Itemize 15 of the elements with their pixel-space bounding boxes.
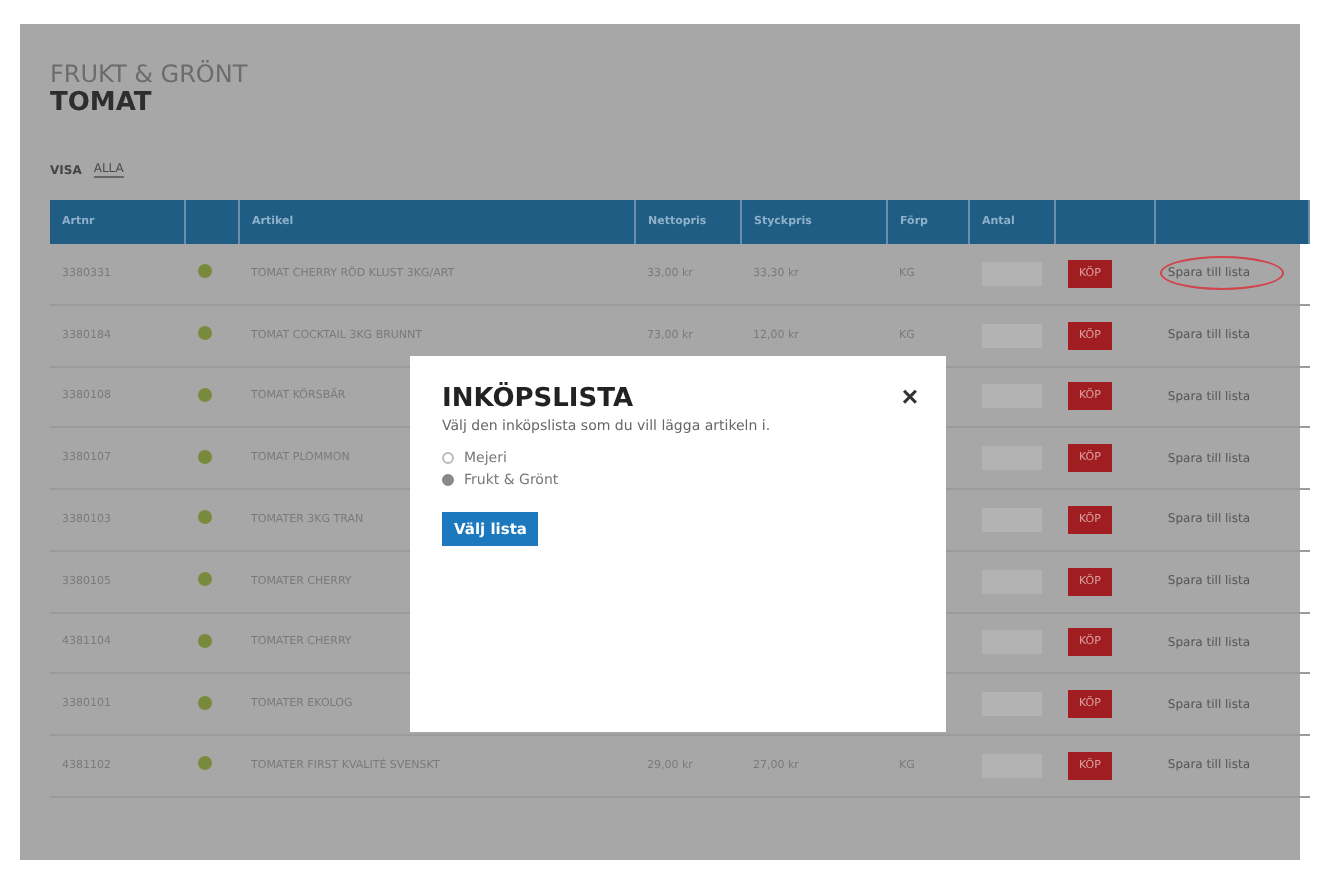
circle-icon <box>197 387 211 402</box>
circle-icon <box>197 510 211 525</box>
category-title: FRUKT & GRÖNT <box>50 60 250 88</box>
modal-title: INKÖPSLISTA <box>442 384 634 414</box>
circle-icon <box>197 633 211 648</box>
radio-button[interactable] <box>442 474 454 486</box>
close-button[interactable]: × <box>901 380 918 412</box>
circle-icon <box>197 449 211 464</box>
circle-icon <box>197 264 211 279</box>
circle-icon <box>197 695 211 710</box>
radio-button[interactable] <box>442 452 454 464</box>
circle-icon <box>197 572 211 587</box>
circle-icon <box>197 756 211 771</box>
circle-icon <box>197 326 211 341</box>
product-title: TOMAT <box>50 88 154 118</box>
